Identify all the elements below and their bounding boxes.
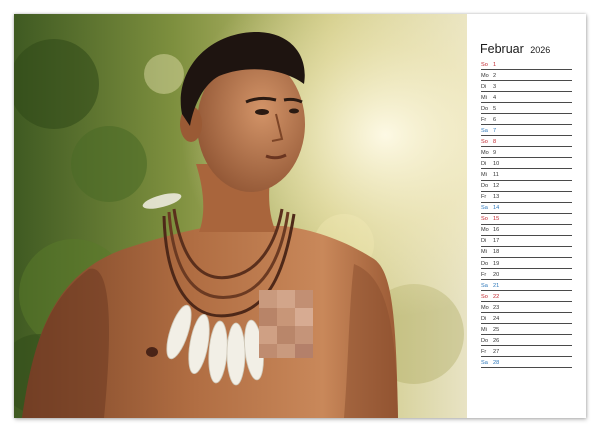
- day-number: 13: [493, 194, 500, 201]
- day-of-week: So: [481, 293, 488, 300]
- day-number: 2: [493, 72, 497, 79]
- day-of-week: Di: [481, 83, 487, 90]
- day-of-week: Do: [481, 183, 489, 190]
- day-row: Fr 6: [481, 114, 572, 126]
- day-row: Mi 25: [481, 324, 572, 336]
- day-number: 16: [493, 227, 500, 234]
- day-row: Fr 27: [481, 346, 572, 358]
- day-row: Fr 20: [481, 269, 572, 280]
- day-row: Mo 23: [481, 302, 572, 314]
- day-row: Di 10: [481, 158, 572, 170]
- day-of-week: Fr: [481, 348, 487, 355]
- day-number: 6: [493, 116, 497, 123]
- day-number: 7: [493, 127, 497, 134]
- calendar-photo: [14, 14, 467, 418]
- day-number: 5: [493, 105, 497, 112]
- month-heading: Februar 2026: [480, 40, 550, 58]
- day-row: Sa 7: [481, 125, 572, 137]
- day-number: 23: [493, 304, 500, 311]
- day-row: Do 5: [481, 103, 572, 115]
- day-of-week: Mo: [481, 150, 489, 157]
- day-number: 14: [493, 205, 500, 212]
- day-number: 27: [493, 348, 500, 355]
- day-of-week: Mi: [481, 94, 487, 101]
- day-row: Mi 4: [481, 92, 572, 104]
- day-number: 10: [493, 161, 500, 168]
- day-row: Fr 13: [481, 192, 572, 203]
- day-row: Do 26: [481, 335, 572, 347]
- day-row: Di 3: [481, 81, 572, 93]
- day-of-week: Fr: [481, 116, 487, 123]
- day-of-week: Di: [481, 238, 487, 245]
- day-list: So 1 Mo 2 Di 3 Mi 4 Do 5 Fr 6 Sa 7 So 8 Mo 9 Di 10 Mi 11 Do 12 F…: [481, 59, 572, 369]
- day-of-week: Mo: [481, 304, 489, 311]
- day-row: So 8: [481, 136, 572, 148]
- day-row: Mo 9: [481, 147, 572, 159]
- day-number: 26: [493, 337, 500, 344]
- day-row: Mo 16: [481, 225, 572, 236]
- day-number: 3: [493, 83, 497, 90]
- day-number: 24: [493, 315, 500, 322]
- calendar-page: Februar 2026 So 1 Mo 2 Di 3 Mi 4 Do 5 Fr 6 Sa 7 So 8 Mo 9…: [14, 14, 586, 418]
- calendar-panel: Februar 2026 So 1 Mo 2 Di 3 Mi 4 Do 5 Fr 6 Sa 7 So 8 Mo 9…: [467, 14, 586, 418]
- month-name: Februar: [480, 42, 524, 56]
- day-row: Sa 21: [481, 280, 572, 291]
- day-of-week: Mi: [481, 172, 487, 179]
- day-of-week: Di: [481, 315, 487, 322]
- day-number: 17: [493, 238, 500, 245]
- day-row: Do 19: [481, 258, 572, 269]
- day-number: 20: [493, 271, 500, 278]
- day-row: Di 24: [481, 313, 572, 325]
- day-of-week: Do: [481, 337, 489, 344]
- day-row: Do 12: [481, 181, 572, 192]
- day-number: 11: [493, 172, 499, 179]
- day-row: Sa 14: [481, 203, 572, 214]
- day-of-week: Mi: [481, 249, 487, 256]
- day-number: 12: [493, 183, 500, 190]
- day-number: 19: [493, 260, 500, 267]
- day-number: 8: [493, 138, 497, 145]
- day-row: Mi 18: [481, 247, 572, 258]
- day-row: So 15: [481, 214, 572, 225]
- day-number: 28: [493, 359, 500, 366]
- day-row: Sa 28: [481, 357, 572, 369]
- day-of-week: Sa: [481, 127, 488, 134]
- day-of-week: So: [481, 61, 488, 68]
- day-of-week: So: [481, 138, 488, 145]
- day-of-week: Mo: [481, 227, 489, 234]
- day-number: 9: [493, 150, 497, 157]
- day-of-week: Mi: [481, 326, 487, 333]
- day-number: 15: [493, 216, 500, 223]
- day-number: 21: [493, 282, 500, 289]
- day-number: 25: [493, 326, 500, 333]
- day-number: 4: [493, 94, 497, 101]
- day-of-week: Di: [481, 161, 487, 168]
- day-of-week: Sa: [481, 205, 488, 212]
- day-of-week: Sa: [481, 282, 488, 289]
- day-of-week: Fr: [481, 194, 487, 201]
- day-number: 22: [493, 293, 500, 300]
- day-of-week: So: [481, 216, 488, 223]
- day-row: Di 17: [481, 236, 572, 247]
- day-row: Mi 11: [481, 169, 572, 181]
- day-of-week: Do: [481, 105, 489, 112]
- day-of-week: Mo: [481, 72, 489, 79]
- day-row: So 1: [481, 59, 572, 71]
- day-of-week: Do: [481, 260, 489, 267]
- day-number: 18: [493, 249, 500, 256]
- day-number: 1: [493, 61, 497, 68]
- day-of-week: Fr: [481, 271, 487, 278]
- day-of-week: Sa: [481, 359, 488, 366]
- day-row: Mo 2: [481, 70, 572, 82]
- year-label: 2026: [530, 45, 551, 55]
- day-row: So 22: [481, 291, 572, 303]
